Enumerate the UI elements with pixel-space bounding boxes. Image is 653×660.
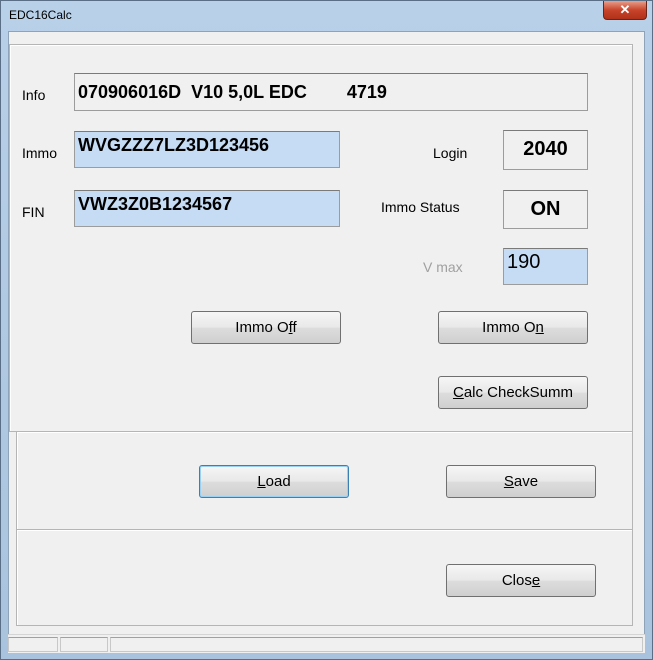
close-group: Close — [16, 529, 633, 626]
vmax-label: V max — [423, 259, 463, 275]
immo-on-button[interactable]: Immo On — [438, 311, 588, 344]
status-cell-1 — [8, 637, 58, 652]
info-field: 070906016D V10 5,0L EDC 4719 — [74, 73, 588, 111]
status-bar — [8, 634, 645, 653]
immo-input[interactable]: WVGZZZ7LZ3D123456 — [74, 131, 340, 168]
save-button[interactable]: Save — [446, 465, 596, 498]
login-field: 2040 — [503, 130, 588, 170]
close-button[interactable]: Close — [446, 564, 596, 597]
immo-label: Immo — [22, 145, 57, 161]
app-window: EDC16Calc ✕ Info 070906016D V10 5,0L EDC… — [0, 0, 653, 660]
title-bar[interactable]: EDC16Calc ✕ — [1, 1, 652, 31]
immo-off-button[interactable]: Immo Off — [191, 311, 341, 344]
load-button[interactable]: Load — [199, 465, 349, 498]
status-cell-2 — [60, 637, 108, 652]
main-group: Info 070906016D V10 5,0L EDC 4719 Immo W… — [9, 44, 633, 432]
window-close-button[interactable]: ✕ — [603, 1, 647, 20]
info-label: Info — [22, 87, 46, 103]
status-cell-3 — [110, 637, 643, 652]
login-label: Login — [433, 145, 468, 161]
immo-status-field: ON — [503, 190, 588, 229]
file-group: Load Save — [16, 431, 633, 530]
window-title: EDC16Calc — [9, 8, 72, 22]
vmax-input[interactable]: 190 — [503, 248, 588, 285]
immo-status-label: Immo Status — [381, 199, 460, 215]
client-area: Info 070906016D V10 5,0L EDC 4719 Immo W… — [8, 31, 645, 653]
close-icon: ✕ — [619, 2, 631, 17]
fin-input[interactable]: VWZ3Z0B1234567 — [74, 190, 340, 227]
fin-label: FIN — [22, 204, 45, 220]
calc-checksum-button[interactable]: Calc CheckSumm — [438, 376, 588, 409]
